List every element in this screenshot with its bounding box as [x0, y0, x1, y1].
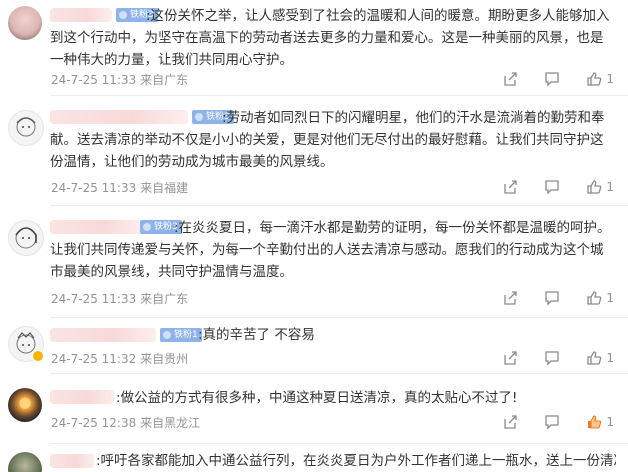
like-count: 1	[606, 351, 614, 365]
comment-item: :做公益的方式有很多种，中通这种夏日送清凉，真的太贴心不过了! 24-7-25 …	[0, 374, 628, 444]
comment-item: 铁粉3 :这份关怀之举，让人感受到了社会的温暖和人间的暖意。期盼更多人能够加入到…	[0, 0, 628, 96]
share-icon[interactable]	[502, 350, 518, 366]
comment-time: 24-7-25 11:33	[51, 73, 137, 87]
like-count: 1	[606, 415, 614, 429]
like-count: 1	[606, 291, 614, 305]
username[interactable]	[50, 328, 156, 342]
comment-item: 铁粉1 :真的辛苦了 不容易 24-7-25 11:32 来自贵州 1	[0, 318, 628, 374]
verified-icon	[32, 350, 44, 362]
like-icon[interactable]	[586, 350, 602, 366]
like-count: 1	[606, 72, 614, 86]
username[interactable]	[50, 454, 94, 468]
avatar[interactable]	[8, 452, 42, 472]
comment-time: 24-7-25 11:33	[51, 292, 137, 306]
share-icon[interactable]	[502, 290, 518, 306]
comment-icon[interactable]	[544, 350, 560, 366]
avatar[interactable]	[8, 110, 44, 146]
comment-text: :真的辛苦了 不容易	[198, 327, 315, 343]
comment-text: :做公益的方式有很多种，中通这种夏日送清凉，真的太贴心不过了!	[116, 390, 518, 406]
comment-item: :呼吁各家都能加入中通公益行列，在炎炎夏日为户外工作者们递上一瓶水，送上一份清凉	[0, 444, 628, 472]
comment-meta: 24-7-25 11:33 来自广东	[51, 290, 188, 307]
comment-icon[interactable]	[544, 290, 560, 306]
comment-text: :劳动者如同烈日下的闪耀明星，他们的汗水是流淌着的勤劳和奉献。送去清凉的举动不仅…	[50, 110, 605, 170]
comment-location: 来自黑龙江	[140, 416, 201, 430]
username[interactable]	[50, 390, 114, 404]
fan-badge: 铁粉1	[160, 328, 202, 342]
share-icon[interactable]	[502, 71, 518, 87]
like-count: 1	[606, 180, 614, 194]
comment-location: 来自福建	[140, 181, 189, 195]
comment-actions: 1	[476, 350, 614, 366]
like-icon[interactable]	[586, 179, 602, 195]
share-icon[interactable]	[502, 179, 518, 195]
comment-item: 铁粉3 :在炎炎夏日，每一滴汗水都是勤劳的证明，每一份关怀都是温暖的呵护。让我们…	[0, 206, 628, 318]
comment-actions: 1	[476, 71, 614, 87]
comment-actions: 1	[476, 290, 614, 306]
comment-time: 24-7-25 11:33	[51, 181, 137, 195]
avatar[interactable]	[8, 220, 44, 256]
avatar[interactable]	[8, 6, 42, 40]
comment-meta: 24-7-25 11:33 来自广东	[51, 71, 188, 88]
comment-meta: 24-7-25 11:33 来自福建	[51, 179, 188, 196]
comment-time: 24-7-25 11:32	[51, 352, 137, 366]
comment-item: 铁粉3 :劳动者如同烈日下的闪耀明星，他们的汗水是流淌着的勤劳和奉献。送去清凉的…	[0, 96, 628, 206]
avatar[interactable]	[8, 388, 42, 422]
comment-text: :在炎炎夏日，每一滴汗水都是勤劳的证明，每一份关怀都是温暖的呵护。让我们共同传递…	[50, 220, 611, 280]
comment-meta: 24-7-25 12:38 来自黑龙江	[51, 414, 200, 431]
like-icon[interactable]	[586, 71, 602, 87]
comment-location: 来自贵州	[140, 352, 189, 366]
share-icon[interactable]	[502, 414, 518, 430]
comment-actions: 1	[476, 414, 614, 430]
comment-meta: 24-7-25 11:32 来自贵州	[51, 350, 188, 367]
liked-icon[interactable]	[586, 414, 602, 430]
comment-text: :呼吁各家都能加入中通公益行列，在炎炎夏日为户外工作者们递上一瓶水，送上一份清凉	[96, 453, 616, 469]
comment-icon[interactable]	[544, 179, 560, 195]
like-icon[interactable]	[586, 290, 602, 306]
comment-location: 来自广东	[140, 292, 189, 306]
comment-icon[interactable]	[544, 414, 560, 430]
comment-actions: 1	[476, 179, 614, 195]
comment-text: :这份关怀之举，让人感受到了社会的温暖和人间的暖意。期盼更多人能够加入到这个行动…	[50, 8, 610, 68]
comment-icon[interactable]	[544, 71, 560, 87]
comment-location: 来自广东	[140, 73, 189, 87]
comment-time: 24-7-25 12:38	[51, 416, 137, 430]
